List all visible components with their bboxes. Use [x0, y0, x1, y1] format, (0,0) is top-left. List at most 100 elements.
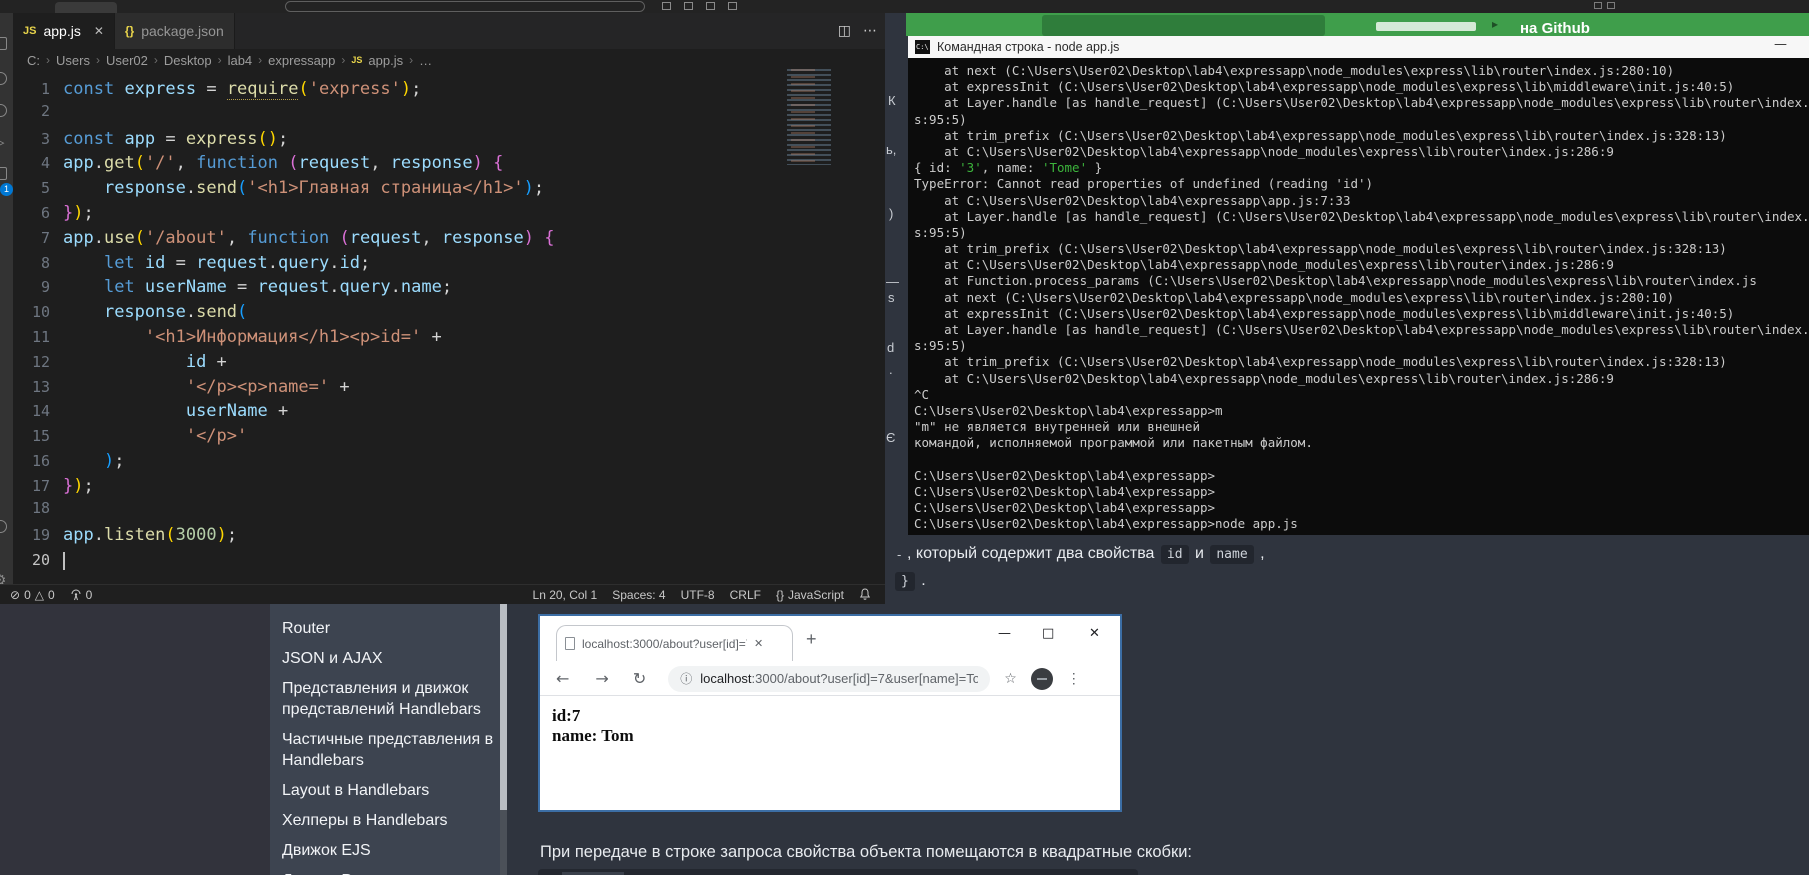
terminal-output[interactable]: at next (C:\Users\User02\Desktop\lab4\ex…	[908, 58, 1809, 535]
code-line[interactable]: 6});	[13, 201, 885, 226]
breadcrumb-item[interactable]: expressapp	[268, 53, 335, 68]
code-line[interactable]: 12 id +	[13, 350, 885, 375]
chevron-right-icon[interactable]: ›	[96, 53, 100, 67]
chevron-right-icon[interactable]: ›	[46, 53, 50, 67]
new-tab-button[interactable]: +	[806, 629, 817, 650]
code-line[interactable]: 19app.listen(3000);	[13, 523, 885, 548]
language-mode[interactable]: {} JavaScript	[776, 588, 844, 602]
forward-icon[interactable]: →	[595, 669, 608, 688]
line-number: 5	[13, 179, 63, 197]
explorer-icon[interactable]	[0, 37, 7, 50]
minimize-icon[interactable]: —	[998, 626, 1011, 641]
code-line[interactable]: 17});	[13, 474, 885, 499]
code-line[interactable]: 16 );	[13, 449, 885, 474]
cmd-title-bar[interactable]: C:\ Командная строка - node app.js —	[908, 36, 1809, 58]
terminal-line: C:\Users\User02\Desktop\lab4\expressapp>	[914, 484, 1809, 500]
close-icon[interactable]: ✕	[94, 24, 104, 38]
sidebar-item[interactable]: Представления и движок представлений Han…	[282, 678, 495, 720]
browser-avatar[interactable]	[1031, 668, 1053, 690]
code-editor[interactable]: 1const express = require('express');2 3co…	[13, 71, 885, 577]
sidebar-item[interactable]: Движок EJS	[282, 840, 495, 861]
line-number: 2	[13, 102, 63, 120]
bookmark-star-icon[interactable]: ☆	[1004, 671, 1017, 687]
extensions-icon[interactable]	[0, 167, 7, 180]
code-line[interactable]: 9 let userName = request.query.name;	[13, 275, 885, 300]
breadcrumb-item[interactable]: C:	[27, 53, 40, 68]
ports-indicator[interactable]: 0	[70, 588, 93, 602]
line-number: 3	[13, 130, 63, 148]
breadcrumb-more[interactable]: …	[419, 53, 432, 68]
notifications-bell-icon[interactable]	[859, 588, 871, 601]
address-bar[interactable]: ⓘ localhost:3000/about?user[id]=7&user[n…	[668, 666, 990, 692]
chevron-right-icon[interactable]: ›	[154, 53, 158, 67]
sidebar-item[interactable]: Router	[282, 618, 495, 639]
browser-screenshot: localhost:3000/about?user[id]=7 ✕ + — □ …	[538, 614, 1122, 812]
breadcrumb-item[interactable]: Users	[56, 53, 90, 68]
browser-tab[interactable]: localhost:3000/about?user[id]=7 ✕	[556, 625, 793, 661]
terminal-line	[914, 452, 1809, 468]
terminal-line: s:95:5)	[914, 225, 1809, 241]
javascript-file-icon[interactable]: JS	[351, 55, 362, 65]
code-line[interactable]: 7app.use('/about', function (request, re…	[13, 226, 885, 251]
code-line[interactable]: 14 userName +	[13, 399, 885, 424]
split-editor-icon[interactable]: ◫	[838, 23, 851, 39]
account-icon[interactable]	[0, 520, 7, 533]
code-line[interactable]: 8 let id = request.query.id;	[13, 251, 885, 276]
code-line[interactable]: 11 '<h1>Информация</h1><p>id=' +	[13, 325, 885, 350]
sidebar-item[interactable]: Layout в Handlebars	[282, 780, 495, 801]
code-line[interactable]: 15 '</p>'	[13, 424, 885, 449]
tab-app-js[interactable]: JS app.js ✕	[13, 13, 115, 49]
eol-sequence[interactable]: CRLF	[730, 588, 761, 602]
minimap[interactable]	[787, 69, 831, 165]
occluded-text-fragment: .	[889, 362, 893, 377]
indentation[interactable]: Spaces: 4	[612, 588, 665, 602]
reload-icon[interactable]: ↻	[633, 669, 646, 688]
breadcrumb[interactable]: C: › Users › User02 › Desktop › lab4 › expressapp ›…	[13, 49, 885, 71]
maximize-icon[interactable]: □	[1042, 626, 1054, 641]
code-line[interactable]: 20	[13, 548, 885, 573]
chevron-right-icon[interactable]: ›	[409, 53, 413, 67]
search-icon[interactable]	[0, 72, 7, 85]
code-line[interactable]: 10 response.send(	[13, 300, 885, 325]
close-icon[interactable]: ✕	[1089, 626, 1100, 641]
code-line[interactable]: 18	[13, 499, 885, 524]
breadcrumb-item[interactable]: Desktop	[164, 53, 212, 68]
encoding[interactable]: UTF-8	[681, 588, 715, 602]
more-actions-icon[interactable]: ⋯	[863, 23, 877, 39]
editor-tab-bar: JS app.js ✕ {} package.json	[13, 13, 885, 49]
breadcrumb-item[interactable]: User02	[106, 53, 148, 68]
chevron-right-icon[interactable]: ›	[218, 53, 222, 67]
chevron-right-icon[interactable]: ›	[258, 53, 262, 67]
source-control-icon[interactable]	[0, 104, 7, 117]
run-debug-icon[interactable]: ▷	[0, 133, 5, 151]
close-icon[interactable]: ✕	[754, 637, 763, 650]
back-icon[interactable]: ←	[556, 669, 569, 688]
sidebar-item[interactable]: Движок Pug	[282, 870, 495, 875]
article-paragraph: При передаче в строке запроса свойства о…	[540, 843, 1490, 862]
cursor-position[interactable]: Ln 20, Col 1	[533, 588, 598, 602]
status-bar: ⊘ 0 △ 0 0 Ln 20, Col 1 Spaces: 4 UTF-8 C…	[0, 584, 885, 604]
tab-package-json[interactable]: {} package.json	[115, 13, 235, 49]
info-icon[interactable]: ⓘ	[680, 670, 692, 687]
line-number: 13	[13, 378, 63, 396]
breadcrumb-item[interactable]: lab4	[228, 53, 253, 68]
sidebar-scrollbar-thumb[interactable]	[500, 604, 507, 810]
banner-github-link[interactable]: на Github	[1520, 20, 1590, 36]
activity-bar[interactable]: ▷ 1 ⚙	[0, 13, 13, 604]
sidebar-item[interactable]: Хелперы в Handlebars	[282, 810, 495, 831]
minimize-icon[interactable]: —	[1774, 37, 1787, 52]
banner-button[interactable]	[1042, 15, 1325, 36]
code-line[interactable]: 1const express = require('express');	[13, 77, 885, 102]
code-line[interactable]: 3const app = express();	[13, 127, 885, 152]
problems-indicator[interactable]: ⊘ 0 △ 0	[10, 588, 55, 602]
sidebar-item[interactable]: Частичные представления в Handlebars	[282, 729, 495, 771]
code-line[interactable]: 13 '</p><p>name=' +	[13, 375, 885, 400]
chevron-right-icon[interactable]: ›	[341, 53, 345, 67]
code-line[interactable]: 5 response.send('<h1>Главная страница</h…	[13, 176, 885, 201]
code-line[interactable]: 4app.get('/', function (request, respons…	[13, 151, 885, 176]
sidebar-item[interactable]: JSON и AJAX	[282, 648, 495, 669]
terminal-line: TypeError: Cannot read properties of und…	[914, 176, 1809, 192]
code-line[interactable]: 2	[13, 102, 885, 127]
breadcrumb-item[interactable]: app.js	[368, 53, 403, 68]
browser-menu-icon[interactable]: ⋮	[1067, 670, 1081, 687]
